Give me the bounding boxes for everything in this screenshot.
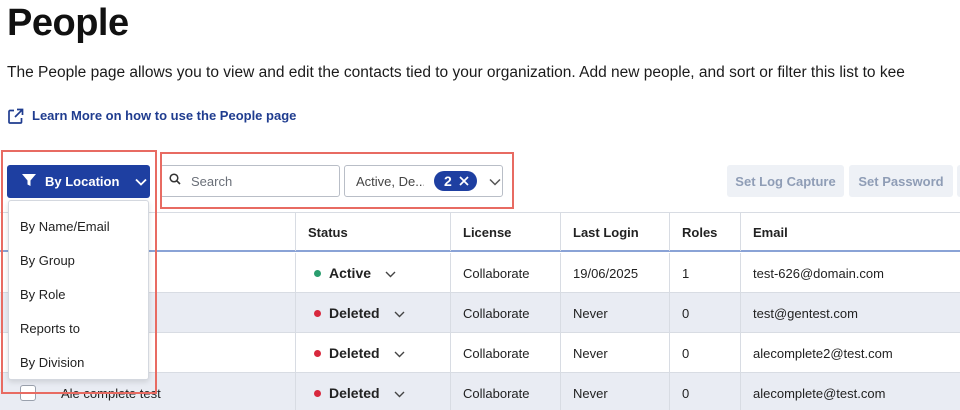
filter-funnel-icon [21, 172, 37, 191]
roles-cell: 1 [669, 253, 740, 293]
license-cell: Collaborate [450, 253, 560, 293]
column-header-status[interactable]: Status [295, 213, 450, 251]
status-dot [314, 389, 321, 397]
status-cell[interactable]: Active [295, 253, 450, 293]
page-description: The People page allows you to view and e… [7, 64, 905, 81]
learn-more-link[interactable]: Learn More on how to use the People page [7, 106, 296, 126]
filter-type-menu: By Name/Email By Group By Role Reports t… [8, 200, 149, 380]
set-log-capture-button[interactable]: Set Log Capture [727, 165, 844, 197]
filter-type-label: By Location [45, 174, 120, 189]
column-header-last-login[interactable]: Last Login [560, 213, 669, 251]
last-login-cell: 19/06/2025 [560, 253, 669, 293]
status-cell[interactable]: Deleted [295, 333, 450, 373]
chevron-down-icon[interactable] [385, 266, 396, 281]
learn-more-label: Learn More on how to use the People page [32, 108, 297, 123]
status-label: Deleted [329, 305, 380, 321]
column-header-roles[interactable]: Roles [669, 213, 740, 251]
status-dot [314, 269, 321, 277]
column-header-email[interactable]: Email [740, 213, 960, 251]
roles-cell: 0 [669, 373, 740, 410]
search-input[interactable] [191, 173, 331, 189]
email-cell: alecomplete2@test.com [740, 333, 960, 373]
menu-item-by-role[interactable]: By Role [9, 277, 148, 311]
menu-item-by-group[interactable]: By Group [9, 243, 148, 277]
search-field[interactable] [160, 165, 340, 197]
set-password-button[interactable]: Set Password [849, 165, 953, 197]
chevron-down-icon[interactable] [394, 346, 405, 361]
selected-count: 2 [444, 173, 452, 189]
email-cell: alecomplete@test.com [740, 373, 960, 410]
chevron-down-icon [135, 174, 148, 189]
status-dot [314, 349, 321, 357]
email-cell: test-626@domain.com [740, 253, 960, 293]
status-cell[interactable]: Deleted [295, 293, 450, 333]
last-login-cell: Never [560, 293, 669, 333]
page-title: People [7, 2, 129, 44]
status-label: Deleted [329, 385, 380, 401]
chevron-down-icon[interactable] [394, 306, 405, 321]
status-cell[interactable]: Deleted [295, 373, 450, 410]
license-cell: Collaborate [450, 373, 560, 410]
column-header-license[interactable]: License [450, 213, 560, 251]
menu-item-by-division[interactable]: By Division [9, 345, 148, 379]
status-label: Deleted [329, 345, 380, 361]
menu-item-by-name-email[interactable]: By Name/Email [9, 209, 148, 243]
status-filter-select[interactable]: Active, De... 2 [344, 165, 503, 197]
email-cell: test@gentest.com [740, 293, 960, 333]
roles-cell: 0 [669, 293, 740, 333]
last-login-cell: Never [560, 373, 669, 410]
license-cell: Collaborate [450, 333, 560, 373]
external-link-icon [7, 108, 24, 125]
chevron-down-icon [489, 174, 501, 189]
selected-count-chip[interactable]: 2 [434, 171, 477, 191]
close-icon[interactable] [459, 173, 469, 189]
last-login-cell: Never [560, 333, 669, 373]
menu-item-reports-to[interactable]: Reports to [9, 311, 148, 345]
roles-cell: 0 [669, 333, 740, 373]
search-icon [169, 172, 181, 190]
status-dot [314, 309, 321, 317]
status-filter-value: Active, De... [356, 173, 424, 189]
chevron-down-icon[interactable] [394, 386, 405, 401]
filter-type-button[interactable]: By Location [7, 165, 150, 198]
license-cell: Collaborate [450, 293, 560, 333]
status-label: Active [329, 265, 372, 281]
row-checkbox[interactable] [20, 385, 36, 401]
